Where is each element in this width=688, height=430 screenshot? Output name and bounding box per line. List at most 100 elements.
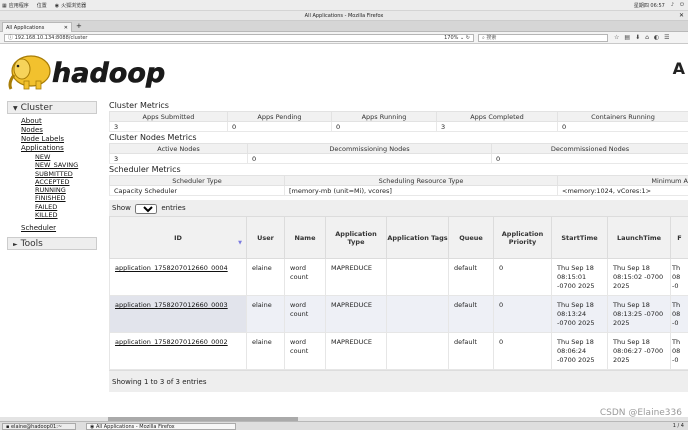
column-header-starttime[interactable]: StartTime	[551, 216, 608, 259]
app-id-link[interactable]: application_1758207012660_0003	[115, 301, 228, 309]
clock[interactable]: 星期四 06:57	[634, 2, 665, 9]
state-submitted[interactable]: SUBMITTED	[35, 170, 97, 178]
applications-menu-label: 应用程序	[8, 3, 29, 9]
state-failed[interactable]: FAILED	[35, 203, 97, 211]
metric-value: Capacity Scheduler	[109, 185, 285, 196]
search-input[interactable]: ⌕ 搜索	[478, 34, 608, 42]
column-header-type[interactable]: Application Type	[325, 216, 387, 259]
close-tab-icon[interactable]: ✕	[64, 25, 68, 31]
entries-control: Show 20 entries	[109, 200, 688, 216]
info-icon[interactable]: ⓘ	[8, 35, 15, 41]
window-title: All Applications - Mozilla Firefox	[304, 13, 384, 19]
sidebar-item-nodes[interactable]: Nodes	[21, 126, 97, 135]
column-header-user[interactable]: User	[246, 216, 285, 259]
metric-value: [memory-mb (unit=Mi), vcores]	[284, 185, 558, 196]
cluster-section-header[interactable]: ▼ Cluster	[7, 101, 97, 114]
elephant-icon	[8, 55, 51, 90]
column-header-id[interactable]: ID ▼	[109, 216, 247, 259]
volume-icon[interactable]: ♪	[671, 2, 674, 9]
user-cell: elaine	[246, 295, 285, 333]
zoom-level[interactable]: 170% ⌄ ↻	[444, 35, 470, 41]
metric-value[interactable]: 3	[109, 153, 248, 164]
tools-section-header[interactable]: ► Tools	[7, 237, 97, 251]
column-header-queue[interactable]: Queue	[448, 216, 494, 259]
app-id-cell: application_1758207012660_0003	[109, 295, 247, 333]
applications-menu[interactable]: ▦ 应用程序	[2, 2, 29, 10]
cluster-label: Cluster	[20, 103, 53, 113]
active-nodes-link[interactable]: 3	[114, 155, 118, 163]
starttime-cell: Thu Sep 18 08:13:24 -0700 2025	[551, 295, 608, 333]
priority-cell: 0	[493, 332, 552, 370]
sidebar: ▼ Cluster About Nodes Node Labels Applica…	[7, 101, 97, 253]
desktop-top-bar: ▦ 应用程序 位置 ◉ 火狐浏览器 星期四 06:57 ♪ ⏻	[0, 0, 688, 11]
app-id-link[interactable]: application_1758207012660_0002	[115, 338, 228, 346]
toolbar-icons: ☆ ▤ ⬇ ⌂ ◐ ☰	[614, 34, 670, 41]
column-header-tags[interactable]: Application Tags	[386, 216, 449, 259]
state-finished[interactable]: FINISHED	[35, 194, 97, 202]
dropdown-icon[interactable]: ⌄	[460, 35, 464, 41]
triangle-down-icon: ▼	[13, 105, 18, 112]
starttime-cell: Thu Sep 18 08:06:24 -0700 2025	[551, 332, 608, 370]
metric-value: 0	[331, 121, 437, 132]
cluster-metrics-table: Apps Submitted Apps Pending Apps Running…	[109, 111, 688, 132]
metric-header: Apps Completed	[436, 111, 558, 122]
metric-header: Minimum A	[557, 175, 688, 186]
url-bar[interactable]: ⓘ 192.168.10.134:8088/cluster 170% ⌄ ↻	[4, 34, 474, 42]
launchtime-cell: Thu Sep 18 08:06:27 -0700 2025	[607, 332, 671, 370]
hamburger-menu-icon[interactable]: ☰	[664, 34, 669, 41]
places-menu[interactable]: 位置	[37, 2, 47, 9]
state-new[interactable]: NEW	[35, 153, 97, 161]
downloads-icon[interactable]: ⬇	[635, 34, 640, 41]
pocket-icon[interactable]: ◐	[654, 34, 659, 41]
metric-header: Containers Running	[557, 111, 688, 122]
state-new-saving[interactable]: NEW_SAVING	[35, 161, 97, 169]
taskbar-firefox[interactable]: ◉ All Applications - Mozilla Firefox	[86, 423, 236, 430]
reload-icon[interactable]: ↻	[466, 35, 470, 41]
home-icon[interactable]: ⌂	[645, 34, 649, 41]
state-running[interactable]: RUNNING	[35, 186, 97, 194]
entries-select[interactable]: 20	[135, 204, 158, 214]
sidebar-item-about[interactable]: About	[21, 117, 97, 126]
tags-cell	[386, 258, 449, 296]
sidebar-item-node-labels[interactable]: Node Labels	[21, 135, 97, 144]
type-cell: MAPREDUCE	[325, 258, 387, 296]
library-icon[interactable]: ▤	[624, 34, 630, 41]
triangle-right-icon: ►	[13, 241, 18, 249]
new-tab-icon[interactable]: +	[76, 22, 82, 31]
metric-value: 0	[227, 121, 332, 132]
power-icon[interactable]: ⏻	[680, 2, 684, 9]
state-killed[interactable]: KILLED	[35, 211, 97, 219]
queue-cell: default	[448, 295, 494, 333]
app-state-list: NEW NEW_SAVING SUBMITTED ACCEPTED RUNNIN…	[21, 153, 97, 219]
taskbar-terminal[interactable]: ▪ elaine@hadoop01:~	[2, 423, 76, 430]
hadoop-logo[interactable]: hadoop	[6, 51, 176, 91]
app-id-link[interactable]: application_1758207012660_0004	[115, 264, 228, 272]
metric-value: 0	[247, 153, 492, 164]
column-header-launchtime[interactable]: LaunchTime	[607, 216, 671, 259]
tab-all-applications[interactable]: All Applications ✕	[2, 22, 72, 32]
column-header-priority[interactable]: Application Priority	[493, 216, 552, 259]
name-cell: word count	[284, 295, 326, 333]
search-placeholder: 搜索	[486, 35, 497, 41]
table-row: application_1758207012660_0003 elaine wo…	[109, 295, 688, 333]
applications-table: ID ▼ User Name Application Type Applicati…	[109, 216, 688, 370]
column-header-name[interactable]: Name	[284, 216, 326, 259]
sidebar-item-scheduler[interactable]: Scheduler	[21, 224, 97, 233]
workspace-pager[interactable]: 1 / 4	[673, 423, 684, 430]
task-label: All Applications - Mozilla Firefox	[95, 424, 175, 430]
metric-header: Apps Running	[331, 111, 437, 122]
close-window-icon[interactable]: ✕	[679, 11, 684, 21]
user-cell: elaine	[246, 258, 285, 296]
state-accepted[interactable]: ACCEPTED	[35, 178, 97, 186]
truncated-cell: Th 08 -0	[670, 332, 688, 370]
truncated-cell: Th 08 -0	[670, 295, 688, 333]
metric-value: 3	[109, 121, 228, 132]
column-header-truncated[interactable]: F	[670, 216, 688, 259]
firefox-menu[interactable]: ◉ 火狐浏览器	[55, 2, 86, 10]
bookmark-star-icon[interactable]: ☆	[614, 34, 619, 41]
page-title: A	[672, 59, 685, 78]
cluster-nav-list: About Nodes Node Labels Applications NEW…	[7, 117, 97, 233]
metric-header: Decommissioned Nodes	[491, 143, 688, 154]
sidebar-item-applications[interactable]: Applications	[21, 144, 97, 153]
tags-cell	[386, 295, 449, 333]
